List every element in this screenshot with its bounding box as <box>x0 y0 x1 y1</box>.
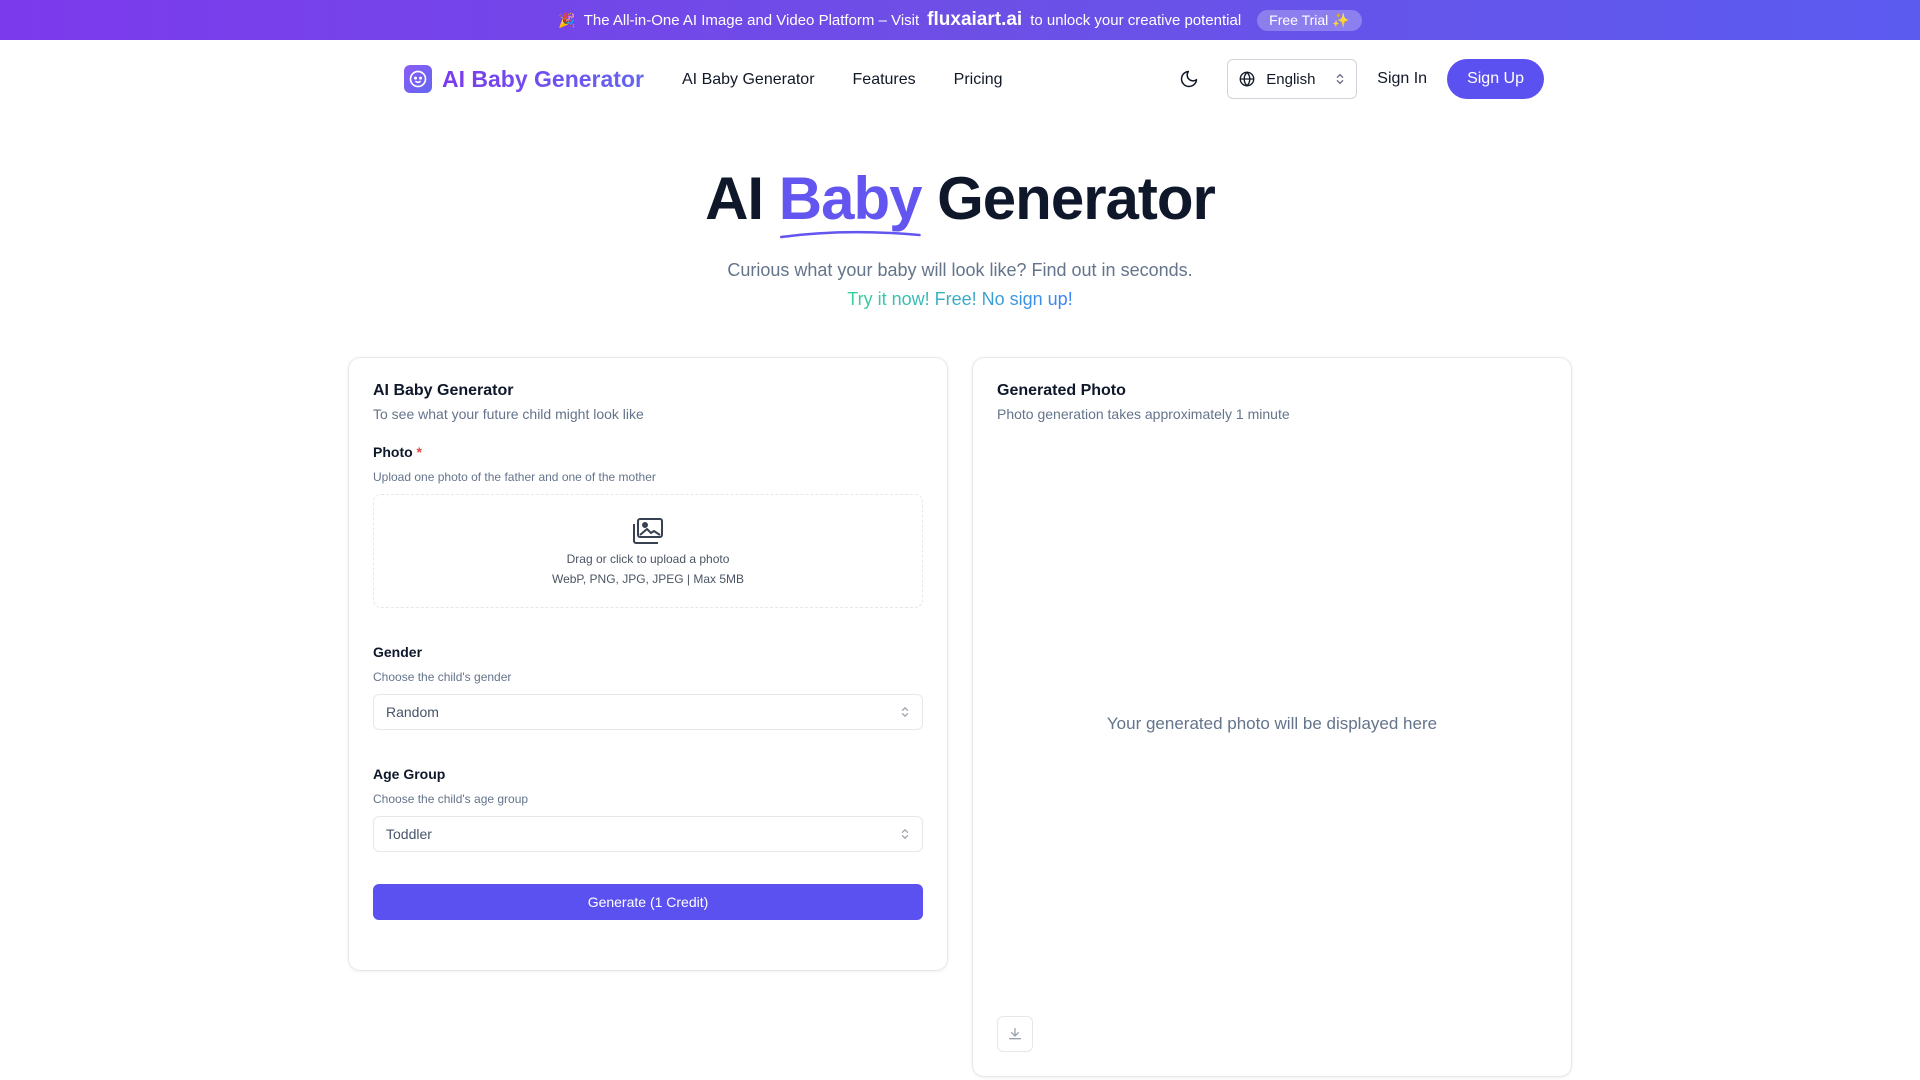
dropzone-formats: WebP, PNG, JPG, JPEG | Max 5MB <box>551 572 745 586</box>
form-description: To see what your future child might look… <box>373 406 644 422</box>
hero-cta-text: Try it now! Free! No sign up! <box>847 289 1073 309</box>
page-title: AI Baby Generator <box>0 165 1920 239</box>
language-label: English <box>1266 70 1316 88</box>
title-prefix: AI <box>705 165 764 232</box>
nav-ai-baby-generator[interactable]: AI Baby Generator <box>682 71 815 89</box>
download-icon <box>1009 1028 1021 1040</box>
site-header: AI Baby Generator AI Baby Generator Feat… <box>0 40 1920 118</box>
promo-text-after: to unlock your creative potential <box>1030 11 1242 29</box>
photo-label-text: Photo <box>373 444 413 460</box>
form-title: AI Baby Generator <box>373 382 514 399</box>
sign-up-button[interactable]: Sign Up <box>1447 59 1544 99</box>
gender-value: Random <box>386 704 439 720</box>
moon-icon <box>1181 70 1198 88</box>
title-accent-text: Baby <box>778 165 923 232</box>
photo-field: Photo * Upload one photo of the father a… <box>373 444 923 608</box>
gender-description: Choose the child's gender <box>373 670 512 684</box>
underline-swoosh <box>779 230 921 239</box>
sign-in-link[interactable]: Sign In <box>1377 70 1427 88</box>
chevron-up-down-icon <box>1336 73 1344 85</box>
images-icon <box>633 518 663 544</box>
age-description: Choose the child's age group <box>373 792 529 806</box>
baby-face-icon <box>404 65 432 93</box>
language-select[interactable]: English <box>1227 59 1358 99</box>
gender-label: Gender <box>373 644 423 660</box>
nav-features[interactable]: Features <box>853 71 916 89</box>
dropzone-text: Drag or click to upload a photo <box>566 552 730 566</box>
chevron-up-down-icon <box>901 706 909 718</box>
main-nav: AI Baby Generator Features Pricing <box>682 71 1003 89</box>
sparkle-icon: ✨ <box>1332 11 1350 28</box>
party-popper-icon: 🎉 <box>558 11 576 28</box>
free-trial-button[interactable]: Free Trial ✨ <box>1257 9 1362 31</box>
photo-description: Upload one photo of the father and one o… <box>373 470 656 484</box>
promo-brand-link[interactable]: fluxaiart.ai <box>927 9 1022 31</box>
hero-subtitle: Curious what your baby will look like? F… <box>727 260 1193 280</box>
promo-text: The All-in-One AI Image and Video Platfo… <box>583 11 920 29</box>
photo-label: Photo * <box>373 444 923 460</box>
logo[interactable]: AI Baby Generator <box>404 65 644 93</box>
result-description: Photo generation takes approximately 1 m… <box>997 406 1290 422</box>
result-title: Generated Photo <box>997 382 1126 399</box>
gender-field: Gender Choose the child's gender Random <box>373 644 923 730</box>
age-label: Age Group <box>373 766 446 782</box>
free-trial-label: Free Trial <box>1269 12 1329 28</box>
result-placeholder: Your generated photo will be displayed h… <box>1106 714 1438 733</box>
theme-toggle-button[interactable] <box>1171 59 1207 99</box>
download-button[interactable] <box>997 1016 1033 1052</box>
generated-photo-card: Generated Photo Photo generation takes a… <box>972 357 1572 1077</box>
title-accent: Baby <box>778 165 923 239</box>
globe-icon <box>1239 71 1255 87</box>
photo-dropzone[interactable]: Drag or click to upload a photo WebP, PN… <box>373 494 923 608</box>
header-actions: English Sign In Sign Up <box>1171 59 1544 99</box>
age-field: Age Group Choose the child's age group T… <box>373 766 923 852</box>
logo-text: AI Baby Generator <box>442 65 644 92</box>
generator-form-card: AI Baby Generator To see what your futur… <box>348 357 948 971</box>
required-mark: * <box>416 444 422 460</box>
nav-pricing[interactable]: Pricing <box>954 71 1003 89</box>
generate-button[interactable]: Generate (1 Credit) <box>373 884 923 920</box>
promo-banner: 🎉 The All-in-One AI Image and Video Plat… <box>0 0 1920 40</box>
age-select[interactable]: Toddler <box>373 816 923 852</box>
age-value: Toddler <box>386 826 432 842</box>
gender-select[interactable]: Random <box>373 694 923 730</box>
title-suffix: Generator <box>937 165 1216 232</box>
chevron-up-down-icon <box>901 828 909 840</box>
hero: AI Baby Generator Curious what your baby… <box>0 166 1920 310</box>
